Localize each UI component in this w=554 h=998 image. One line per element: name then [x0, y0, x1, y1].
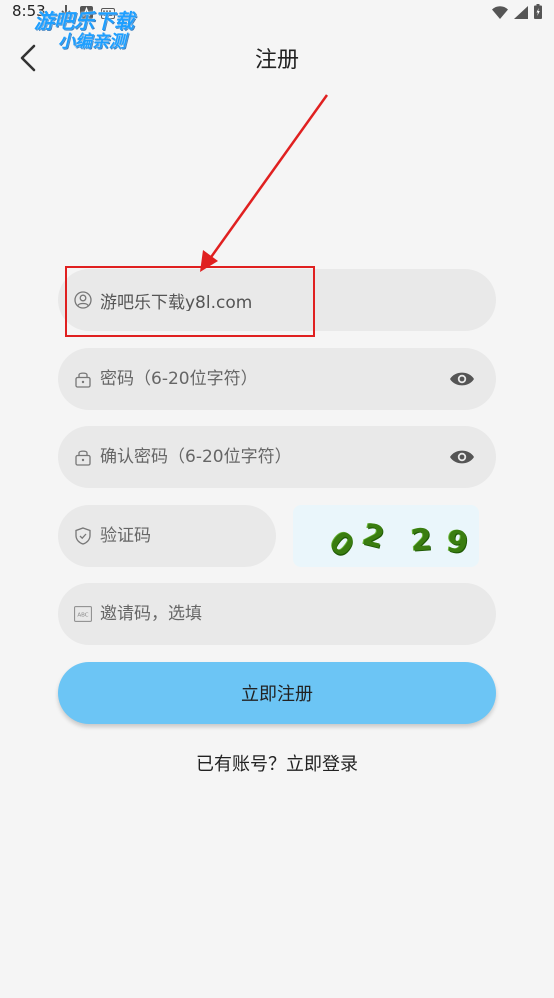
wifi-icon	[492, 4, 508, 23]
eye-icon	[450, 450, 474, 464]
captcha-image[interactable]: 0 2 2 9	[293, 505, 479, 567]
status-system-icons	[492, 4, 542, 23]
captcha-input[interactable]	[98, 525, 256, 547]
confirm-password-field	[58, 426, 496, 488]
lock-icon	[74, 448, 92, 466]
register-button[interactable]: 立即注册	[58, 662, 496, 724]
show-confirm-password-toggle[interactable]	[448, 447, 476, 467]
svg-text:ABC: ABC	[77, 613, 88, 619]
confirm-password-input[interactable]	[98, 446, 448, 468]
battery-icon	[534, 4, 542, 23]
abc-input-icon: ABC	[74, 605, 92, 623]
lock-icon	[74, 370, 92, 388]
username-field	[58, 269, 496, 331]
login-link-row: 已有账号？立即登录	[0, 750, 554, 776]
password-field	[58, 348, 496, 410]
captcha-digit: 0	[322, 524, 361, 565]
signal-icon	[514, 4, 528, 23]
invite-code-input[interactable]	[98, 603, 476, 625]
invite-code-field: ABC	[58, 583, 496, 645]
eye-icon	[450, 372, 474, 386]
captcha-digit: 2	[409, 522, 434, 559]
watermark-line-1: 游吧乐下载	[34, 9, 134, 33]
user-icon	[74, 291, 92, 309]
login-link[interactable]: 已有账号？立即登录	[196, 754, 358, 775]
password-input[interactable]	[98, 368, 448, 390]
shield-check-icon	[74, 527, 92, 545]
captcha-digit: 9	[444, 523, 471, 562]
captcha-field	[58, 505, 276, 567]
watermark-line-2: 小编亲测	[58, 32, 126, 52]
annotation-arrow-icon	[200, 94, 329, 272]
watermark-logo: 游吧乐下载 小编亲测	[14, 10, 154, 53]
register-page: 8:53 游吧乐下载 小编亲测 注册 游吧乐下载y8l.com 验证码 0 2 …	[0, 0, 554, 998]
show-password-toggle[interactable]	[448, 369, 476, 389]
username-input[interactable]	[98, 289, 476, 311]
captcha-digit: 2	[359, 516, 388, 557]
